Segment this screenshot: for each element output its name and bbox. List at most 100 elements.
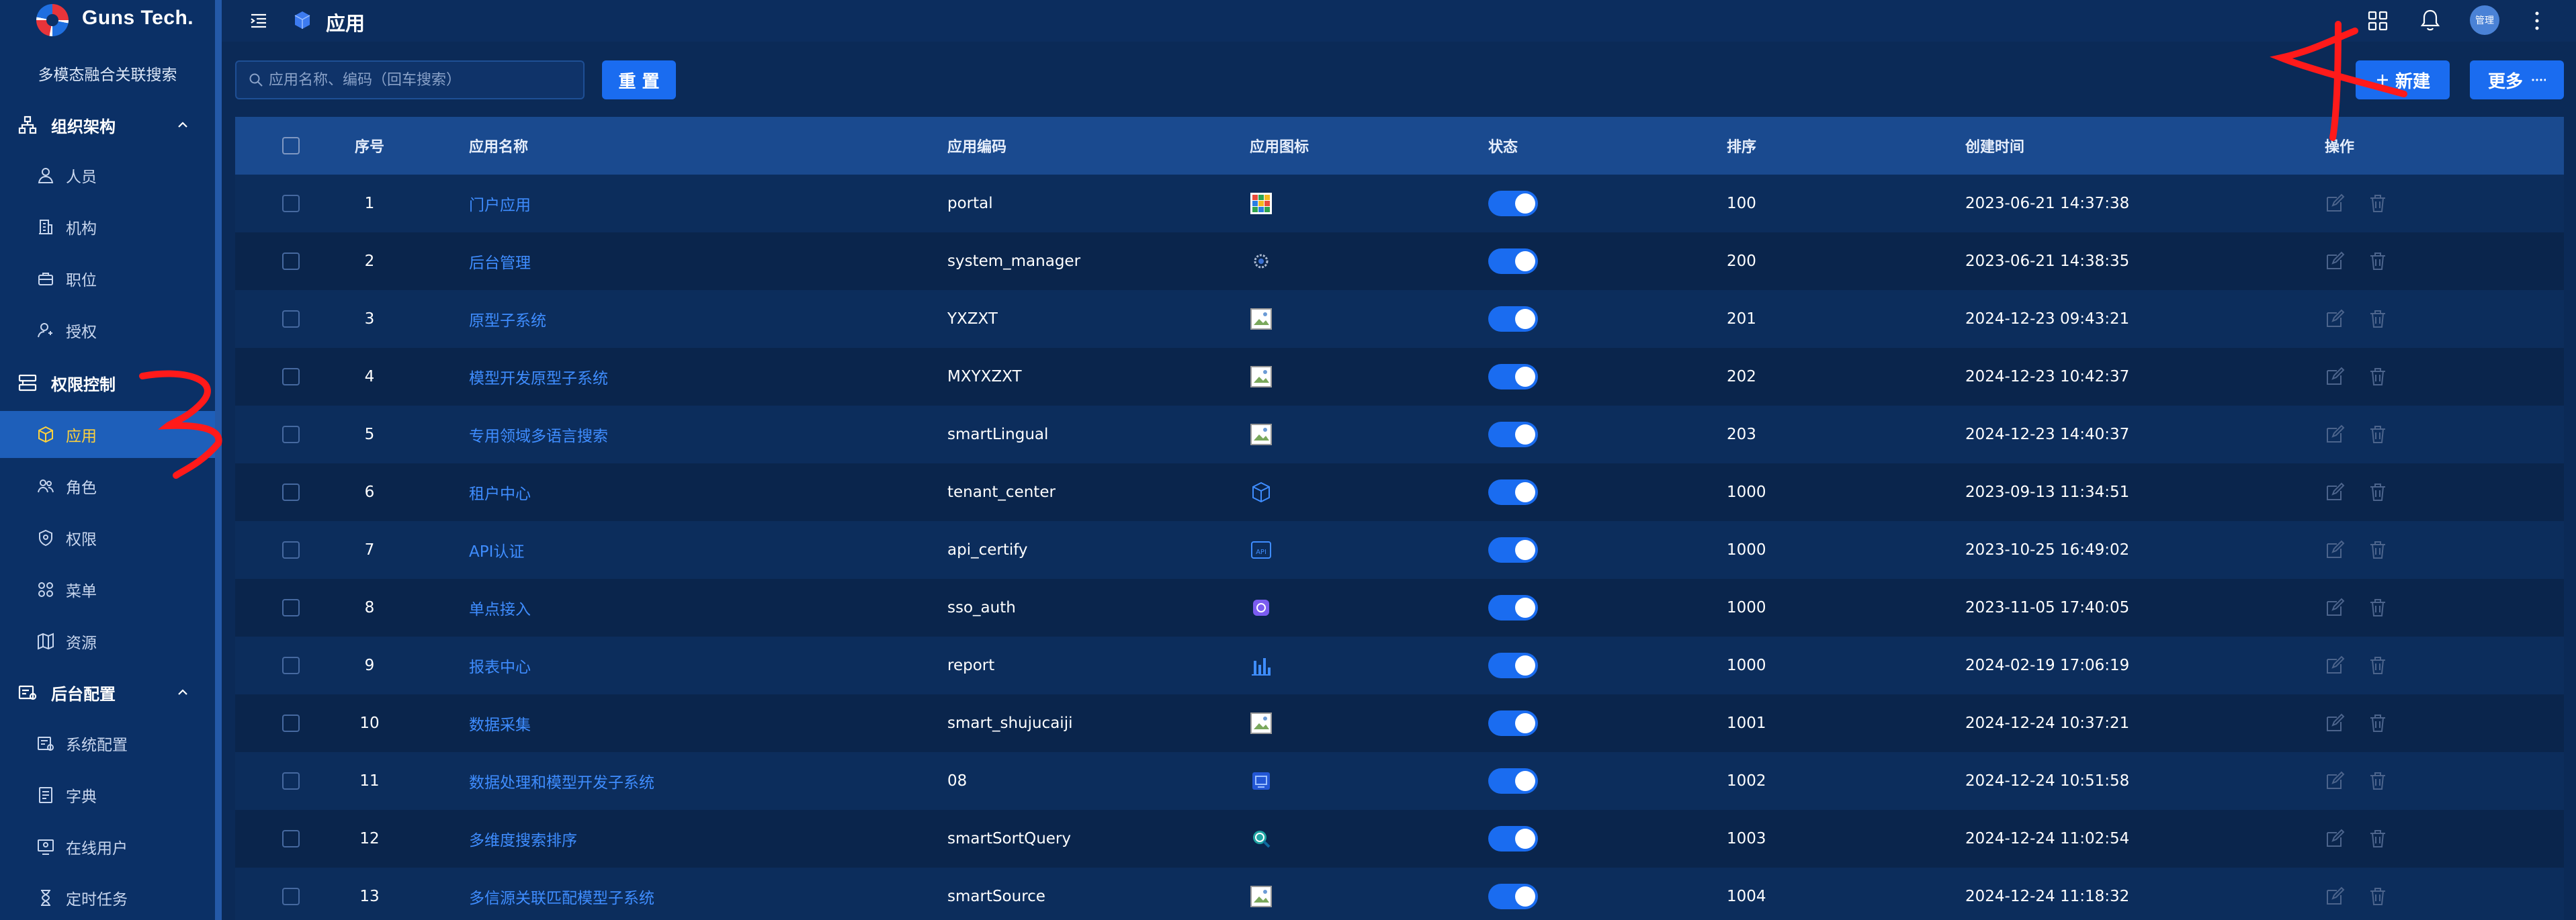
delete-icon[interactable]: [2368, 309, 2388, 329]
sidebar-item-position[interactable]: 职位: [0, 255, 215, 302]
select-all-checkbox[interactable]: [282, 137, 300, 154]
row-checkbox[interactable]: [282, 252, 300, 270]
edit-icon[interactable]: [2325, 886, 2345, 907]
sidebar-item-institution[interactable]: 机构: [0, 203, 215, 250]
row-checkbox[interactable]: [282, 715, 300, 732]
edit-icon[interactable]: [2325, 193, 2345, 214]
delete-icon[interactable]: [2368, 598, 2388, 618]
edit-icon[interactable]: [2325, 771, 2345, 791]
sidebar-item-role[interactable]: 角色: [0, 463, 215, 510]
row-checkbox[interactable]: [282, 368, 300, 385]
app-name-link[interactable]: 报表中心: [469, 637, 531, 694]
delete-icon[interactable]: [2368, 424, 2388, 445]
more-vertical-icon[interactable]: [2533, 9, 2541, 32]
sidebar-item-permission[interactable]: 权限: [0, 514, 215, 561]
status-toggle[interactable]: [1488, 653, 1538, 678]
edit-icon[interactable]: [2325, 309, 2345, 329]
row-checkbox[interactable]: [282, 310, 300, 328]
search-input[interactable]: [269, 63, 578, 97]
search-box[interactable]: [235, 60, 585, 99]
status-toggle[interactable]: [1488, 364, 1538, 389]
delete-icon[interactable]: [2368, 367, 2388, 387]
sidebar-item-people[interactable]: 人员: [0, 152, 215, 199]
status-toggle[interactable]: [1488, 422, 1538, 447]
app-name-link[interactable]: 原型子系统: [469, 290, 546, 348]
avatar[interactable]: 管理: [2470, 5, 2499, 35]
edit-icon[interactable]: [2325, 598, 2345, 618]
app-name-link[interactable]: 单点接入: [469, 579, 531, 637]
delete-icon[interactable]: [2368, 540, 2388, 560]
sidebar-item-authorization[interactable]: 授权: [0, 307, 215, 354]
delete-icon[interactable]: [2368, 829, 2388, 849]
row-actions: [2325, 637, 2411, 694]
delete-icon[interactable]: [2368, 193, 2388, 214]
apps-grid-icon[interactable]: [2366, 9, 2389, 32]
sidebar-item-online-users[interactable]: 在线用户: [0, 823, 215, 870]
row-checkbox[interactable]: [282, 599, 300, 616]
sidebar-item-menu[interactable]: 菜单: [0, 566, 215, 613]
status-toggle[interactable]: [1488, 479, 1538, 505]
status-toggle[interactable]: [1488, 826, 1538, 852]
edit-icon[interactable]: [2325, 482, 2345, 502]
delete-icon[interactable]: [2368, 771, 2388, 791]
sidebar-item-scheduled-tasks[interactable]: 定时任务: [0, 874, 215, 920]
edit-icon[interactable]: [2325, 367, 2345, 387]
status-toggle[interactable]: [1488, 710, 1538, 736]
app-name-link[interactable]: 数据处理和模型开发子系统: [469, 752, 654, 810]
table-row: 10 数据采集 smart_shujucaiji 1001 2024-12-24 10:…: [235, 694, 2564, 752]
edit-icon[interactable]: [2325, 251, 2345, 271]
nav-group-backend-config[interactable]: 后台配置: [0, 672, 215, 712]
row-checkbox[interactable]: [282, 888, 300, 905]
status-toggle[interactable]: [1488, 768, 1538, 794]
menu-fold-icon[interactable]: [249, 11, 269, 31]
row-seq: 10: [359, 715, 380, 732]
status-toggle[interactable]: [1488, 248, 1538, 274]
sidebar-item-resource[interactable]: 资源: [0, 618, 215, 665]
more-button[interactable]: 更多: [2470, 60, 2564, 99]
sort-order: 201: [1727, 310, 1756, 328]
delete-icon[interactable]: [2368, 655, 2388, 676]
nav-group-organization[interactable]: 组织架构: [0, 105, 215, 145]
row-seq: 13: [359, 888, 380, 905]
status-toggle[interactable]: [1488, 306, 1538, 332]
app-name-link[interactable]: 门户应用: [469, 175, 531, 232]
app-name-link[interactable]: 后台管理: [469, 232, 531, 290]
edit-icon[interactable]: [2325, 540, 2345, 560]
row-checkbox[interactable]: [282, 541, 300, 559]
row-checkbox[interactable]: [282, 195, 300, 212]
nav-group-permission-control[interactable]: 权限控制: [0, 363, 215, 403]
app-name-link[interactable]: 模型开发原型子系统: [469, 348, 608, 406]
status-toggle[interactable]: [1488, 595, 1538, 620]
app-name-link[interactable]: 数据采集: [469, 694, 531, 752]
app-name-link[interactable]: 租户中心: [469, 463, 531, 521]
row-checkbox[interactable]: [282, 426, 300, 443]
row-checkbox[interactable]: [282, 657, 300, 674]
app-name-link[interactable]: 多信源关联匹配模型子系统: [469, 868, 654, 920]
row-seq: 11: [359, 772, 380, 790]
delete-icon[interactable]: [2368, 886, 2388, 907]
sidebar-item-application[interactable]: 应用: [0, 411, 215, 458]
sidebar-scrollbar[interactable]: [215, 0, 222, 920]
reset-button[interactable]: 重 置: [602, 60, 676, 99]
sidebar-item-dictionary[interactable]: 字典: [0, 772, 215, 819]
status-toggle[interactable]: [1488, 884, 1538, 909]
new-button[interactable]: 新建: [2356, 60, 2450, 99]
row-checkbox[interactable]: [282, 772, 300, 790]
status-cell: [1488, 868, 1538, 920]
delete-icon[interactable]: [2368, 713, 2388, 733]
row-checkbox[interactable]: [282, 484, 300, 501]
status-toggle[interactable]: [1488, 537, 1538, 563]
sidebar-item-system-config[interactable]: 系统配置: [0, 720, 215, 767]
bell-icon[interactable]: [2419, 8, 2442, 32]
delete-icon[interactable]: [2368, 251, 2388, 271]
edit-icon[interactable]: [2325, 829, 2345, 849]
app-name-link[interactable]: 专用领域多语言搜索: [469, 406, 608, 463]
row-checkbox[interactable]: [282, 830, 300, 847]
edit-icon[interactable]: [2325, 424, 2345, 445]
app-name-link[interactable]: API认证: [469, 521, 524, 579]
edit-icon[interactable]: [2325, 713, 2345, 733]
status-toggle[interactable]: [1488, 191, 1538, 216]
delete-icon[interactable]: [2368, 482, 2388, 502]
app-name-link[interactable]: 多维度搜索排序: [469, 810, 577, 868]
edit-icon[interactable]: [2325, 655, 2345, 676]
